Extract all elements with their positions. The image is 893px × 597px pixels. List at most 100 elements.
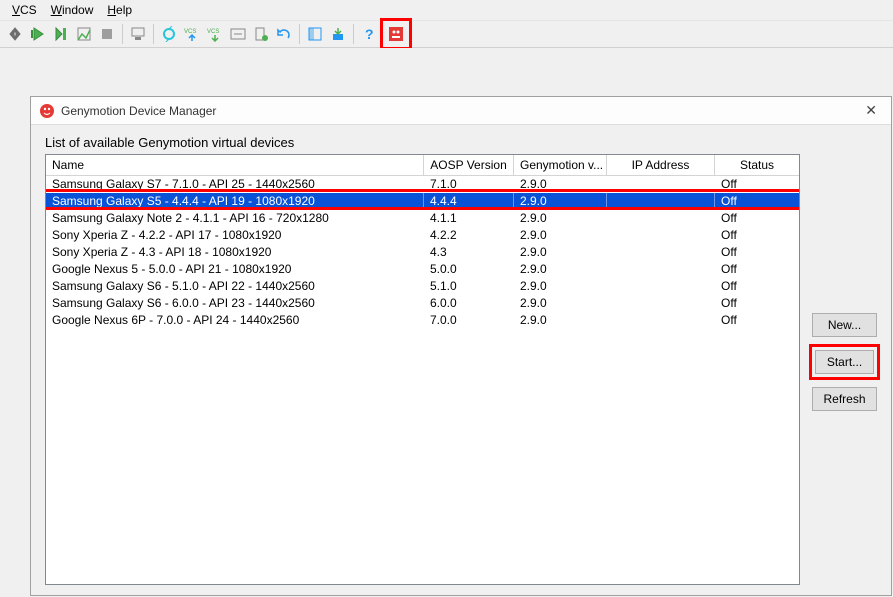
table-cell: 5.1.0 (424, 278, 514, 295)
toolbar-separator (353, 24, 354, 44)
list-label: List of available Genymotion virtual dev… (45, 135, 800, 150)
table-cell (607, 295, 715, 312)
table-cell: 4.1.1 (424, 210, 514, 227)
table-header: Name AOSP Version Genymotion v... IP Add… (46, 155, 799, 176)
table-cell: 2.9.0 (514, 227, 607, 244)
device-table: Name AOSP Version Genymotion v... IP Add… (45, 154, 800, 585)
table-cell: Off (715, 278, 799, 295)
table-cell: 2.9.0 (514, 210, 607, 227)
genymotion-icon[interactable] (385, 23, 407, 45)
table-cell: Off (715, 227, 799, 244)
dialog-title: Genymotion Device Manager (61, 104, 859, 118)
table-cell: Google Nexus 6P - 7.0.0 - API 24 - 1440x… (46, 312, 424, 329)
table-cell: 2.9.0 (514, 261, 607, 278)
highlight-start-button: Start... (809, 344, 880, 380)
table-cell (607, 312, 715, 329)
sync-icon[interactable] (158, 23, 180, 45)
vcs-commit-icon[interactable]: VCS (204, 23, 226, 45)
table-row[interactable]: Sony Xperia Z - 4.3 - API 18 - 1080x1920… (46, 244, 799, 261)
table-cell: 7.0.0 (424, 312, 514, 329)
branch-icon[interactable] (227, 23, 249, 45)
make-icon[interactable] (4, 23, 26, 45)
table-cell: Off (715, 295, 799, 312)
profile-icon[interactable] (73, 23, 95, 45)
close-icon[interactable]: ✕ (859, 102, 883, 119)
table-cell (607, 227, 715, 244)
table-cell: 5.0.0 (424, 261, 514, 278)
table-cell (607, 278, 715, 295)
dialog-body: List of available Genymotion virtual dev… (31, 125, 891, 595)
table-cell: Samsung Galaxy S7 - 7.1.0 - API 25 - 144… (46, 176, 424, 193)
toolbar-separator (122, 24, 123, 44)
table-row[interactable]: Samsung Galaxy S6 - 5.1.0 - API 22 - 144… (46, 278, 799, 295)
menu-help[interactable]: Help (101, 3, 138, 17)
avd-manager-icon[interactable] (127, 23, 149, 45)
table-cell: Off (715, 312, 799, 329)
table-cell (607, 244, 715, 261)
table-cell: Off (715, 261, 799, 278)
table-cell: 4.2.2 (424, 227, 514, 244)
table-cell: 4.4.4 (424, 193, 514, 210)
highlight-genymotion-toolbar (380, 18, 412, 50)
table-row[interactable]: Samsung Galaxy S6 - 6.0.0 - API 23 - 144… (46, 295, 799, 312)
toolbar: VCS VCS ? (0, 20, 893, 48)
menubar: VCS Window Help (0, 0, 893, 20)
stop-icon[interactable] (96, 23, 118, 45)
genymotion-dialog: Genymotion Device Manager ✕ List of avai… (30, 96, 892, 596)
dialog-left: List of available Genymotion virtual dev… (45, 135, 800, 585)
svg-text:?: ? (365, 26, 374, 42)
table-cell (607, 176, 715, 193)
table-cell: 7.1.0 (424, 176, 514, 193)
table-row[interactable]: Google Nexus 5 - 5.0.0 - API 21 - 1080x1… (46, 261, 799, 278)
toolbar-separator (299, 24, 300, 44)
layout-icon[interactable] (304, 23, 326, 45)
table-row[interactable]: Samsung Galaxy S7 - 7.1.0 - API 25 - 144… (46, 176, 799, 193)
svg-text:VCS: VCS (184, 29, 196, 35)
menu-window[interactable]: Window (45, 3, 100, 17)
table-row[interactable]: Google Nexus 6P - 7.0.0 - API 24 - 1440x… (46, 312, 799, 329)
table-row[interactable]: Sony Xperia Z - 4.2.2 - API 17 - 1080x19… (46, 227, 799, 244)
main-area: Genymotion Device Manager ✕ List of avai… (0, 48, 893, 597)
undo-icon[interactable] (273, 23, 295, 45)
table-row[interactable]: Samsung Galaxy Note 2 - 4.1.1 - API 16 -… (46, 210, 799, 227)
th-aosp[interactable]: AOSP Version (424, 155, 514, 175)
dialog-titlebar[interactable]: Genymotion Device Manager ✕ (31, 97, 891, 125)
table-cell: Samsung Galaxy S5 - 4.4.4 - API 19 - 108… (46, 193, 424, 210)
dialog-buttons: New... Start... Refresh (812, 135, 877, 585)
table-cell: Samsung Galaxy S6 - 6.0.0 - API 23 - 144… (46, 295, 424, 312)
table-row[interactable]: Samsung Galaxy S5 - 4.4.4 - API 19 - 108… (46, 193, 799, 210)
patch-icon[interactable] (250, 23, 272, 45)
start-button[interactable]: Start... (815, 350, 874, 374)
table-cell (607, 261, 715, 278)
table-body: Samsung Galaxy S7 - 7.1.0 - API 25 - 144… (46, 176, 799, 329)
table-cell: Google Nexus 5 - 5.0.0 - API 21 - 1080x1… (46, 261, 424, 278)
toolbar-separator (153, 24, 154, 44)
genymotion-app-icon (39, 103, 55, 119)
table-cell: Sony Xperia Z - 4.3 - API 18 - 1080x1920 (46, 244, 424, 261)
table-cell: Off (715, 210, 799, 227)
th-status[interactable]: Status (715, 155, 799, 175)
table-cell: 4.3 (424, 244, 514, 261)
table-cell: 2.9.0 (514, 244, 607, 261)
help-icon[interactable]: ? (358, 23, 380, 45)
vcs-update-icon[interactable]: VCS (181, 23, 203, 45)
debug-nav-icon[interactable] (50, 23, 72, 45)
table-cell: Off (715, 244, 799, 261)
th-name[interactable]: Name (46, 155, 424, 175)
table-cell: Off (715, 193, 799, 210)
table-cell: 2.9.0 (514, 193, 607, 210)
new-button[interactable]: New... (812, 313, 877, 337)
menu-vcs[interactable]: VCS (6, 3, 43, 17)
th-ip[interactable]: IP Address (607, 155, 715, 175)
refresh-button[interactable]: Refresh (812, 387, 877, 411)
table-cell: Sony Xperia Z - 4.2.2 - API 17 - 1080x19… (46, 227, 424, 244)
table-cell: 2.9.0 (514, 176, 607, 193)
run-icon[interactable] (27, 23, 49, 45)
table-cell (607, 193, 715, 210)
svg-text:VCS: VCS (207, 29, 219, 35)
sdk-manager-icon[interactable] (327, 23, 349, 45)
table-cell: 6.0.0 (424, 295, 514, 312)
th-gver[interactable]: Genymotion v... (514, 155, 607, 175)
table-cell (607, 210, 715, 227)
table-cell: 2.9.0 (514, 295, 607, 312)
